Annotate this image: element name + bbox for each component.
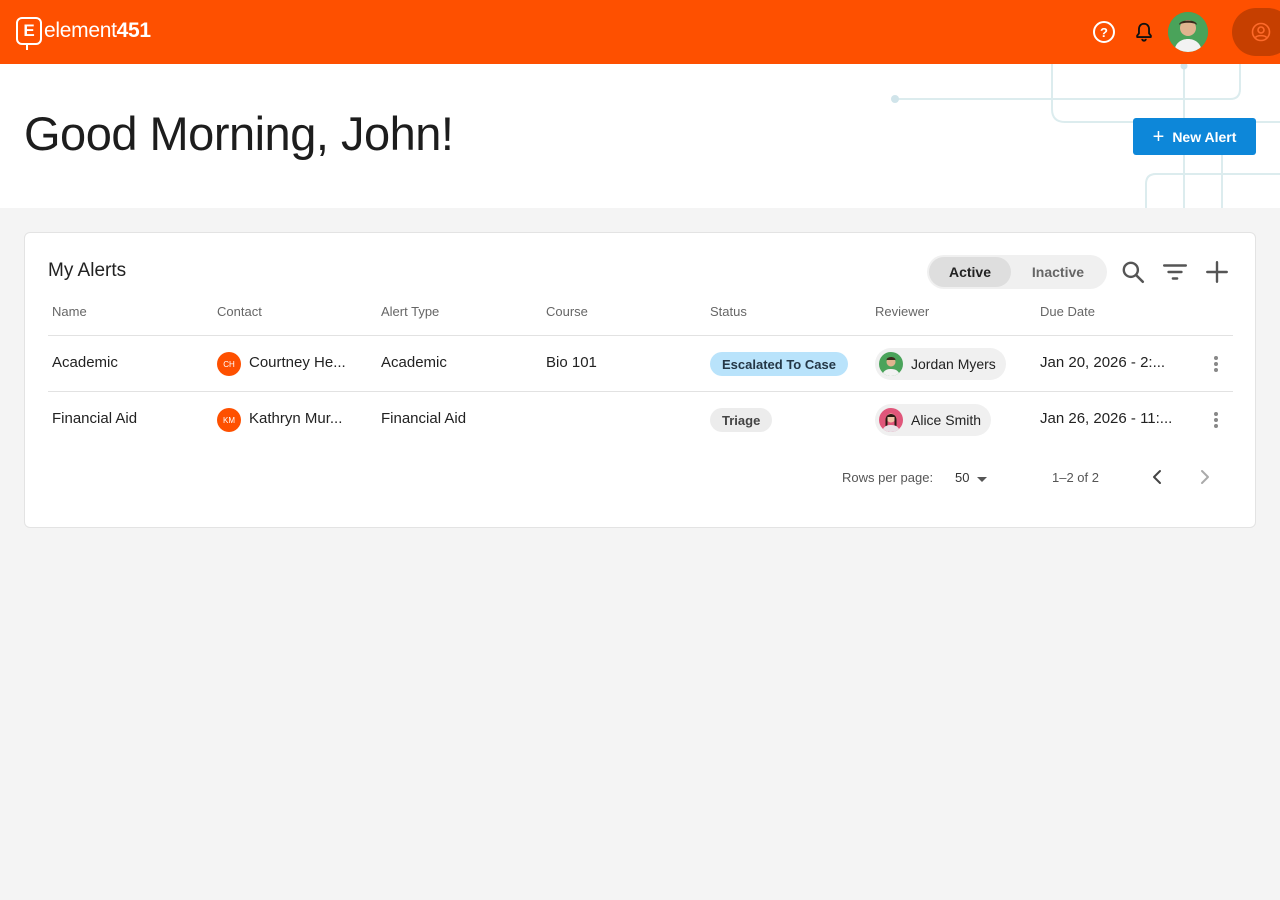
status-badge: Escalated To Case — [710, 352, 848, 376]
page-title: Good Morning, John! — [24, 107, 454, 160]
account-menu-button[interactable] — [1232, 8, 1280, 56]
rows-per-page-value: 50 — [955, 470, 970, 485]
row-divider — [48, 391, 1233, 392]
column-header-status[interactable]: Status — [710, 304, 747, 319]
row-due-date: Jan 20, 2026 - 2:... — [1040, 354, 1166, 371]
alerts-card: My Alerts Active Inactive Name Contact A… — [24, 232, 1256, 528]
column-header-due-date[interactable]: Due Date — [1040, 304, 1095, 319]
row-more-options-icon[interactable] — [1211, 410, 1221, 430]
row-alert-type: Academic — [381, 354, 447, 371]
toggle-inactive[interactable]: Inactive — [1011, 257, 1105, 287]
account-icon — [1251, 22, 1271, 42]
logo-wordmark: element451 — [44, 19, 151, 42]
bell-icon[interactable] — [1133, 21, 1155, 43]
filter-icon[interactable] — [1162, 259, 1188, 285]
chevron-left-icon[interactable] — [1145, 465, 1169, 489]
column-header-reviewer[interactable]: Reviewer — [875, 304, 929, 319]
brand-logo[interactable]: E element451 — [16, 17, 151, 50]
row-course: Bio 101 — [546, 354, 597, 371]
reviewer-name: Jordan Myers — [911, 356, 996, 372]
top-bar: E element451 ? — [0, 0, 1280, 64]
pagination-range: 1–2 of 2 — [1052, 470, 1099, 485]
reviewer-avatar — [879, 352, 903, 376]
column-header-contact[interactable]: Contact — [217, 304, 262, 319]
new-alert-button[interactable]: + New Alert — [1133, 118, 1256, 155]
reviewer-avatar — [879, 408, 903, 432]
header-divider — [48, 335, 1233, 336]
page-header: Good Morning, John! + New Alert — [0, 64, 1280, 208]
active-inactive-toggle: Active Inactive — [927, 255, 1107, 289]
new-alert-label: New Alert — [1172, 128, 1237, 145]
column-header-name[interactable]: Name — [52, 304, 87, 319]
card-title: My Alerts — [48, 260, 127, 281]
column-header-course[interactable]: Course — [546, 304, 588, 319]
rows-per-page-label: Rows per page: — [842, 470, 934, 485]
chevron-down-icon — [977, 476, 988, 482]
plus-icon: + — [1152, 125, 1165, 148]
logo-mark-icon: E — [16, 17, 42, 50]
row-name: Academic — [52, 354, 118, 371]
avatar-photo-icon — [1168, 12, 1208, 52]
rows-per-page-select[interactable]: 50 — [955, 470, 988, 485]
help-icon[interactable]: ? — [1093, 21, 1115, 43]
reviewer-name: Alice Smith — [911, 412, 982, 428]
row-due-date: Jan 26, 2026 - 11:... — [1040, 410, 1173, 427]
reviewer-chip[interactable]: Alice Smith — [875, 404, 992, 436]
contact-avatar: CH — [217, 352, 241, 376]
search-icon[interactable] — [1120, 259, 1146, 285]
column-header-alert-type[interactable]: Alert Type — [381, 304, 439, 319]
contact-avatar: KM — [217, 408, 241, 432]
row-contact[interactable]: Courtney He... — [249, 354, 346, 371]
row-name: Financial Aid — [52, 410, 138, 427]
row-more-options-icon[interactable] — [1211, 354, 1221, 374]
row-alert-type: Financial Aid — [381, 410, 467, 427]
reviewer-chip[interactable]: Jordan Myers — [875, 348, 1006, 380]
status-badge: Triage — [710, 408, 773, 432]
add-icon[interactable] — [1204, 259, 1230, 285]
toggle-active[interactable]: Active — [929, 257, 1011, 287]
row-contact[interactable]: Kathryn Mur... — [249, 410, 342, 427]
user-avatar[interactable] — [1168, 12, 1208, 52]
chevron-right-icon[interactable] — [1193, 465, 1217, 489]
